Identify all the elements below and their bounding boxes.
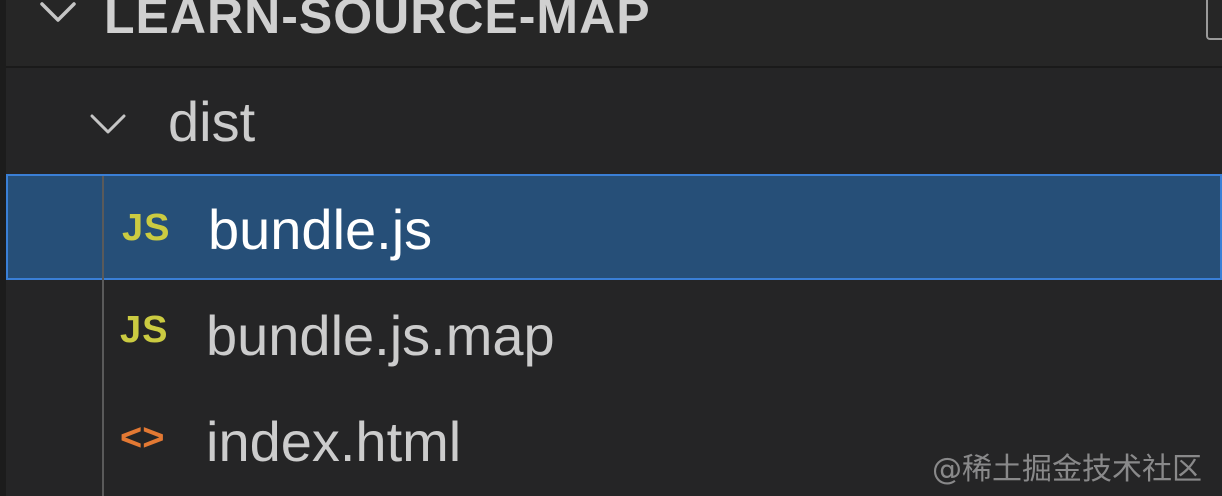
file-explorer: LEARN-SOURCE-MAP dist JS bundle.js JS bu… [0,0,1222,496]
file-label: index.html [206,410,462,473]
collapse-folders-icon[interactable] [1206,0,1222,40]
file-label: bundle.js.map [206,304,555,367]
watermark: @稀土掘金技术社区 [932,452,1202,487]
explorer-section-header[interactable]: LEARN-SOURCE-MAP [6,0,1222,68]
chevron-down-icon [90,114,126,134]
file-row-bundle-js[interactable]: JS bundle.js [6,174,1222,280]
indent-guide [102,176,104,496]
workspace-title: LEARN-SOURCE-MAP [104,0,651,44]
javascript-file-icon: JS [122,207,171,249]
html-file-icon: <> [120,417,165,459]
folder-label: dist [168,90,256,153]
javascript-file-icon: JS [120,309,169,351]
folder-row-dist[interactable]: dist [6,70,1222,176]
file-row-bundle-js-map[interactable]: JS bundle.js.map [6,282,1222,388]
chevron-down-icon[interactable] [36,0,80,34]
file-label: bundle.js [208,198,433,261]
